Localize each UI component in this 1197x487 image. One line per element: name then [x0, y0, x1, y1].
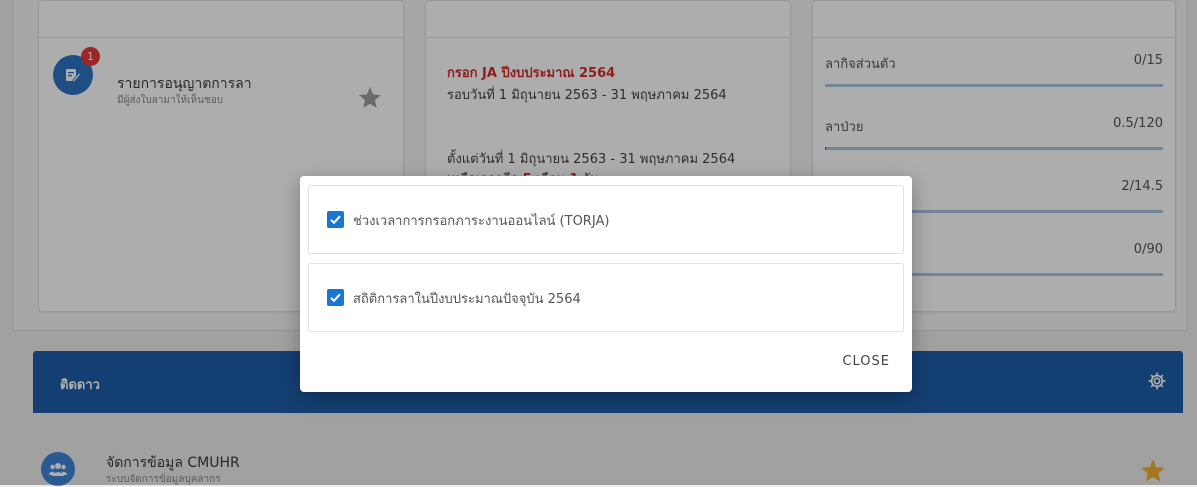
option-torja[interactable]: ช่วงเวลาการกรอกภาระงานออนไลน์ (TORJA)	[308, 185, 904, 254]
checkmark-icon	[330, 215, 341, 225]
torja-label: ช่วงเวลาการกรอกภาระงานออนไลน์ (TORJA)	[353, 214, 610, 229]
option-leave-stats[interactable]: สถิติการลาในปีงบประมาณปัจจุบัน 2564	[308, 263, 904, 332]
widget-settings-dialog: ช่วงเวลาการกรอกภาระงานออนไลน์ (TORJA) สถ…	[300, 176, 912, 392]
close-button[interactable]: CLOSE	[842, 354, 890, 369]
leave-stats-label: สถิติการลาในปีงบประมาณปัจจุบัน 2564	[353, 292, 581, 307]
torja-checkbox[interactable]	[327, 211, 344, 228]
checkmark-icon	[330, 293, 341, 303]
leave-stats-checkbox[interactable]	[327, 289, 344, 306]
